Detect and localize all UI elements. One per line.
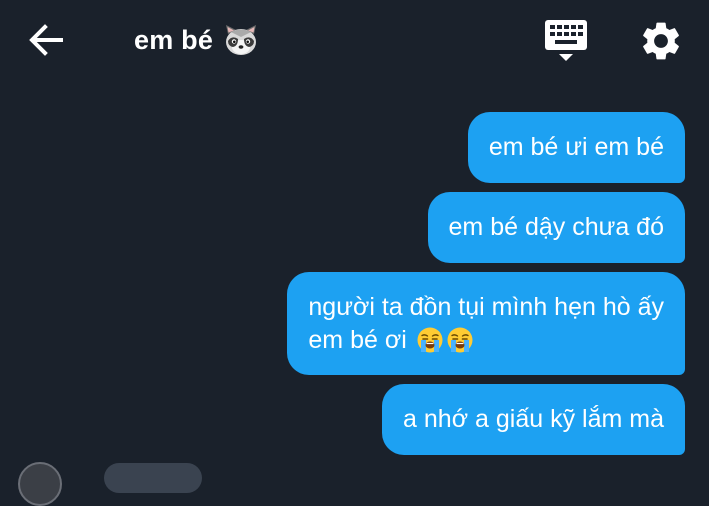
outgoing-message-bubble[interactable]: em bé dậy chưa đó bbox=[427, 192, 685, 263]
message-text-line: người ta đồn tụi mình hẹn hò ấy bbox=[308, 292, 664, 321]
outgoing-message-bubble[interactable]: a nhớ a giấu kỹ lắm mà bbox=[382, 384, 685, 455]
message-text: em bé ơi bbox=[308, 325, 407, 354]
message-list[interactable]: em bé ưi em bé em bé dậy chưa đó người t… bbox=[0, 0, 709, 506]
loudly-crying-face-icon bbox=[417, 327, 443, 352]
message-text: a nhớ a giấu kỹ lắm mà bbox=[403, 405, 664, 433]
contact-avatar[interactable] bbox=[18, 462, 62, 506]
outgoing-message-bubble[interactable]: em bé ưi em bé bbox=[467, 112, 685, 183]
outgoing-message-bubble[interactable]: người ta đồn tụi mình hẹn hò ấy em bé ơi bbox=[287, 272, 685, 375]
message-text-line-2: em bé ơi bbox=[308, 324, 664, 357]
incoming-message-bubble[interactable] bbox=[104, 463, 202, 493]
message-text: em bé ưi em bé bbox=[488, 133, 664, 161]
message-text: em bé dậy chưa đó bbox=[448, 213, 664, 241]
loudly-crying-face-icon bbox=[447, 327, 473, 352]
